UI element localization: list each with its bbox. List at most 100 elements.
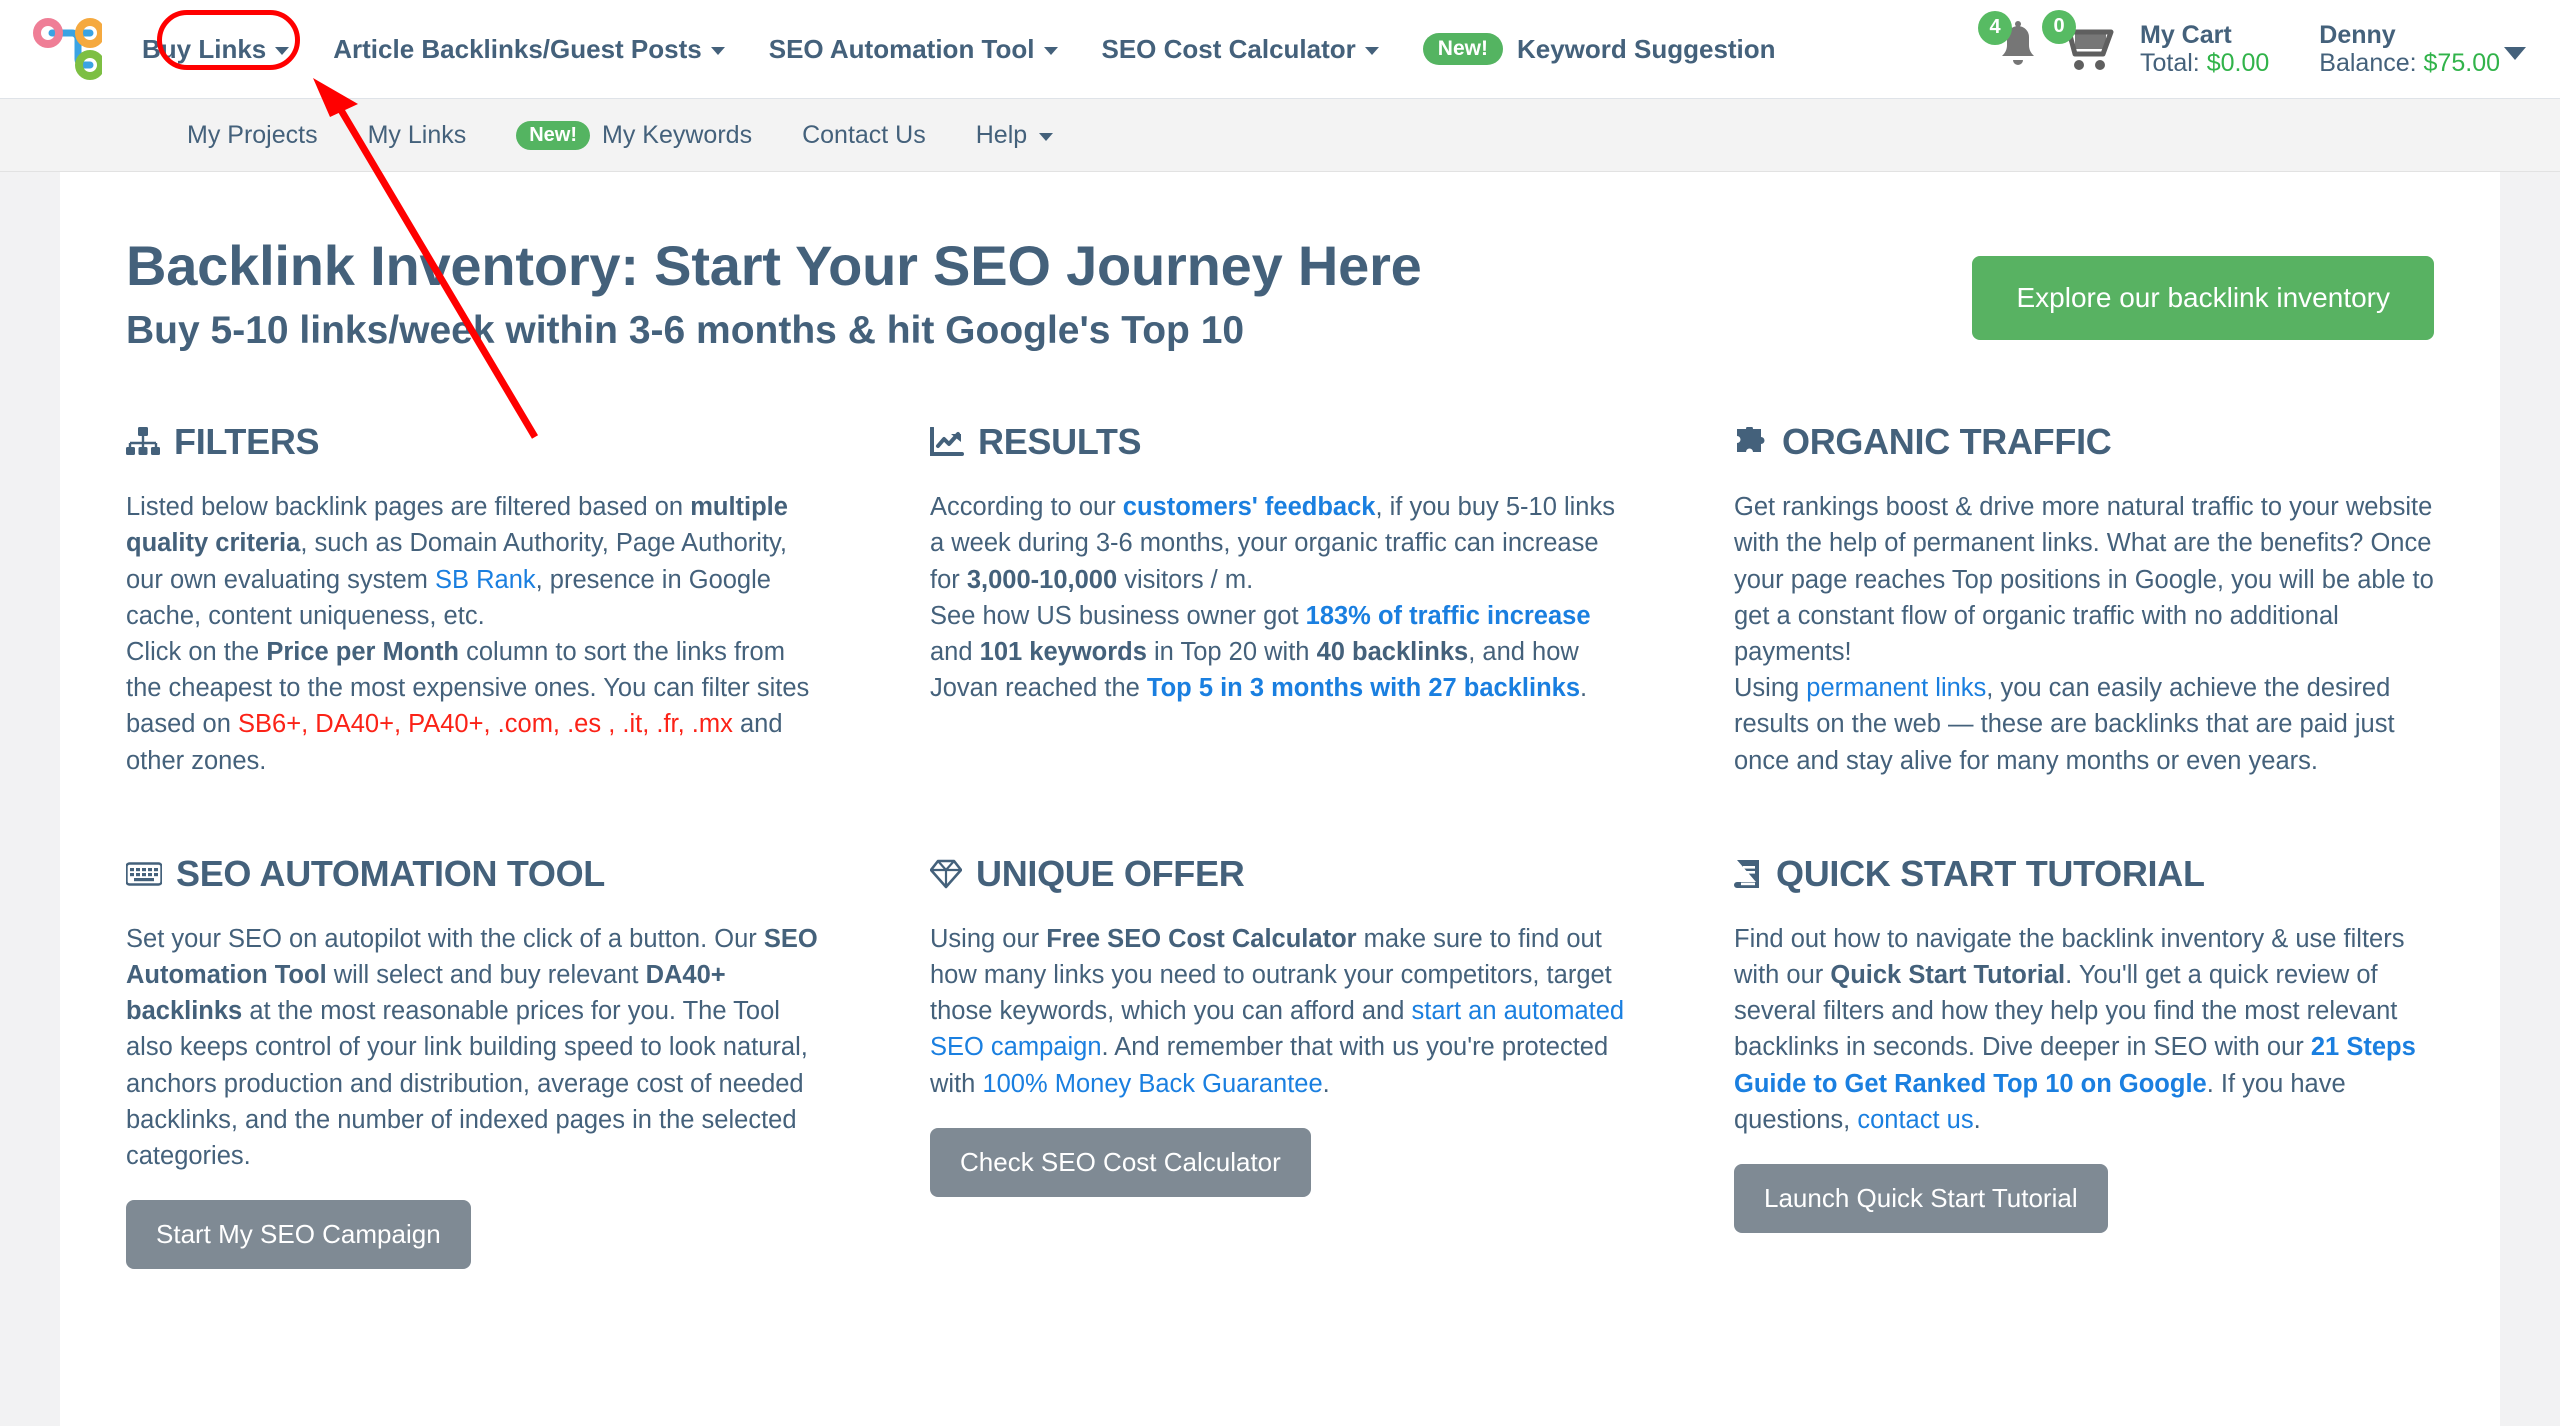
card-quick-start-tutorial: QUICK START TUTORIAL Find out how to nav… xyxy=(1734,853,2434,1281)
menu-item-keyword-suggestion[interactable]: New! Keyword Suggestion xyxy=(1401,23,1798,75)
hero-text: Backlink Inventory: Start Your SEO Journ… xyxy=(126,234,1972,355)
cart-total: Total: $0.00 xyxy=(2140,49,2269,77)
card-heading-label: RESULTS xyxy=(978,421,1142,463)
text: visitors / m. xyxy=(1117,565,1254,594)
card-results-heading: RESULTS xyxy=(930,421,1630,463)
card-filters-heading: FILTERS xyxy=(126,421,826,463)
card-results-paragraph-1: According to our customers' feedback, if… xyxy=(930,489,1630,598)
user-account-summary[interactable]: Denny Balance: $75.00 xyxy=(2319,21,2500,77)
contact-us-link[interactable]: contact us xyxy=(1857,1106,1973,1134)
menu-item-buy-links[interactable]: Buy Links xyxy=(120,24,311,75)
sitemap-icon xyxy=(126,427,160,456)
cart-label: My Cart xyxy=(2140,21,2232,49)
menu-item-label: SEO Cost Calculator xyxy=(1101,33,1356,64)
card-results: RESULTS According to our customers' feed… xyxy=(930,421,1630,791)
card-filters-paragraph-1: Listed below backlink pages are filtered… xyxy=(126,489,826,634)
cart-total-value: $0.00 xyxy=(2206,49,2270,77)
text: Using our xyxy=(930,924,1047,953)
chevron-down-icon xyxy=(710,47,725,55)
filter-zones-text: SB6+, DA40+, PA40+, .com, .es , .it, .fr… xyxy=(238,710,733,739)
text: will select and buy relevant xyxy=(326,961,646,990)
text-bold: 101 keywords xyxy=(979,638,1147,666)
shopping-cart[interactable]: 0 xyxy=(2042,9,2118,81)
text: . xyxy=(1322,1069,1330,1098)
gem-icon xyxy=(930,859,962,889)
text-bold: 3,000-10,000 xyxy=(966,565,1118,594)
subnav-item-help[interactable]: Help xyxy=(951,121,1078,150)
cart-count-badge: 0 xyxy=(2042,9,2076,44)
text: Set your SEO on autopilot with the click… xyxy=(126,924,764,953)
launch-quick-start-tutorial-button[interactable]: Launch Quick Start Tutorial xyxy=(1734,1164,2108,1234)
menu-item-seo-automation-tool[interactable]: SEO Automation Tool xyxy=(747,24,1080,75)
menu-item-seo-cost-calculator[interactable]: SEO Cost Calculator xyxy=(1080,24,1401,75)
card-tutorial-paragraph-1: Find out how to navigate the backlink in… xyxy=(1734,921,2434,1138)
text: Using xyxy=(1734,674,1807,703)
subnav-item-my-projects[interactable]: My Projects xyxy=(162,121,343,150)
card-automation-heading: SEO AUTOMATION TOOL xyxy=(126,853,826,895)
menu-item-label: Article Backlinks/Guest Posts xyxy=(333,33,702,64)
cart-total-label: Total: xyxy=(2140,49,2200,77)
subnav-item-contact-us[interactable]: Contact Us xyxy=(777,121,951,150)
card-tutorial-heading: QUICK START TUTORIAL xyxy=(1734,853,2434,895)
card-filters: FILTERS Listed below backlink pages are … xyxy=(126,421,826,791)
user-balance: Balance: $75.00 xyxy=(2319,49,2500,77)
text-bold: Free SEO Cost Calculator xyxy=(1046,924,1357,953)
chevron-down-icon[interactable] xyxy=(2504,46,2526,60)
top-navigation-bar: Buy Links Article Backlinks/Guest Posts … xyxy=(0,0,2560,98)
sitebacklinks-logo[interactable] xyxy=(26,14,105,84)
text: . xyxy=(1973,1105,1981,1134)
new-badge: New! xyxy=(516,120,591,150)
chart-line-icon xyxy=(930,427,964,457)
text: According to our xyxy=(930,493,1123,522)
cart-summary[interactable]: My Cart Total: $0.00 xyxy=(2140,21,2269,77)
card-organic-traffic: ORGANIC TRAFFIC Get rankings boost & dri… xyxy=(1734,421,2434,791)
text: See how US business owner got xyxy=(930,601,1306,630)
menu-item-label: Keyword Suggestion xyxy=(1516,33,1776,64)
card-offer-paragraph-1: Using our Free SEO Cost Calculator make … xyxy=(930,921,1630,1102)
balance-value: $75.00 xyxy=(2423,49,2500,77)
subnav-item-label: My Projects xyxy=(187,120,318,149)
card-heading-label: UNIQUE OFFER xyxy=(976,852,1245,894)
text: . xyxy=(1580,674,1588,703)
card-filters-paragraph-2: Click on the Price per Month column to s… xyxy=(126,634,826,779)
text: Listed below backlink pages are filtered… xyxy=(126,493,691,522)
subnav-item-my-keywords[interactable]: New! My Keywords xyxy=(491,120,777,150)
chevron-down-icon xyxy=(275,47,290,55)
page-subtitle: Buy 5-10 links/week within 3-6 months & … xyxy=(126,309,1245,353)
text-bold: Quick Start Tutorial xyxy=(1830,961,2066,990)
secondary-navigation-bar: My Projects My Links New! My Keywords Co… xyxy=(0,98,2560,172)
menu-item-article-backlinks[interactable]: Article Backlinks/Guest Posts xyxy=(311,24,746,75)
user-name: Denny xyxy=(2319,21,2396,49)
subnav-item-label: My Links xyxy=(367,120,467,149)
customers-feedback-link[interactable]: customers' feedback xyxy=(1123,493,1376,521)
explore-backlink-inventory-button[interactable]: Explore our backlink inventory xyxy=(1972,256,2434,340)
check-seo-cost-calculator-button[interactable]: Check SEO Cost Calculator xyxy=(930,1127,1311,1197)
book-icon xyxy=(1734,859,1759,888)
card-automation-paragraph-1: Set your SEO on autopilot with the click… xyxy=(126,921,826,1174)
card-seo-automation-tool: SEO AUTOMATION TOOL Set your SEO on auto… xyxy=(126,853,826,1281)
card-heading-label: FILTERS xyxy=(174,421,320,463)
card-heading-label: ORGANIC TRAFFIC xyxy=(1782,421,2112,463)
start-my-seo-campaign-button[interactable]: Start My SEO Campaign xyxy=(126,1200,471,1270)
notifications-bell[interactable]: 4 xyxy=(1978,10,2044,80)
subnav-item-label: Help xyxy=(975,120,1028,149)
card-organic-paragraph-1: Get rankings boost & drive more natural … xyxy=(1734,493,2434,666)
chevron-down-icon xyxy=(1043,47,1058,55)
menu-item-label: SEO Automation Tool xyxy=(768,33,1035,64)
subnav-item-label: My Keywords xyxy=(602,120,753,149)
feature-grid-row-2: SEO AUTOMATION TOOL Set your SEO on auto… xyxy=(126,853,2434,1281)
text: in Top 20 with xyxy=(1146,638,1317,666)
subnav-item-my-links[interactable]: My Links xyxy=(343,121,492,150)
traffic-increase-link[interactable]: 183% of traffic increase xyxy=(1306,602,1591,630)
card-heading-label: SEO AUTOMATION TOOL xyxy=(176,852,605,894)
permanent-links-link[interactable]: permanent links xyxy=(1806,674,1986,702)
card-offer-heading: UNIQUE OFFER xyxy=(930,853,1630,895)
menu-item-label: Buy Links xyxy=(142,33,267,64)
jovan-case-study-link[interactable]: Top 5 in 3 months with 27 backlinks xyxy=(1147,674,1580,702)
balance-label: Balance: xyxy=(2319,49,2417,77)
sb-rank-link[interactable]: SB Rank xyxy=(435,566,536,594)
money-back-guarantee-link[interactable]: 100% Money Back Guarantee xyxy=(982,1070,1322,1098)
main-menu: Buy Links Article Backlinks/Guest Posts … xyxy=(120,23,1798,75)
chevron-down-icon xyxy=(1364,47,1379,55)
card-unique-offer: UNIQUE OFFER Using our Free SEO Cost Cal… xyxy=(930,853,1630,1281)
